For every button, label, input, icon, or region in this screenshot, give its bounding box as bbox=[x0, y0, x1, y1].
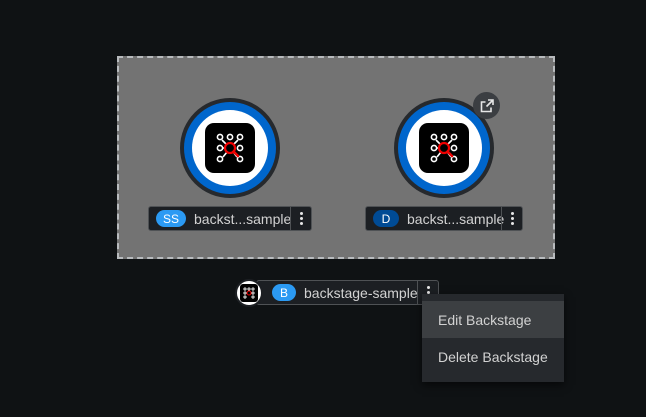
resource-badge: D bbox=[373, 210, 399, 227]
workload-label-ss[interactable]: SS backst...sample bbox=[148, 206, 312, 231]
menu-item-delete[interactable]: Delete Backstage bbox=[422, 338, 564, 375]
workload-name: backst...sample bbox=[407, 210, 505, 227]
backstage-topology-icon bbox=[205, 123, 255, 173]
context-menu: Edit Backstage Delete Backstage bbox=[422, 294, 564, 382]
menu-item-edit[interactable]: Edit Backstage bbox=[422, 301, 564, 338]
backstage-topology-icon bbox=[240, 284, 258, 302]
application-icon bbox=[235, 279, 263, 307]
application-label[interactable]: B backstage-sample bbox=[256, 280, 439, 305]
kebab-menu-icon[interactable] bbox=[501, 207, 522, 230]
workload-name: backst...sample bbox=[194, 210, 292, 227]
workload-label-d[interactable]: D backst...sample bbox=[365, 206, 523, 231]
external-link-icon[interactable] bbox=[473, 92, 500, 119]
application-name: backstage-sample bbox=[304, 284, 418, 301]
backstage-topology-icon bbox=[419, 123, 469, 173]
resource-badge: SS bbox=[156, 210, 186, 227]
workload-node-ss[interactable] bbox=[180, 98, 280, 198]
application-badge: B bbox=[272, 284, 296, 301]
kebab-menu-icon[interactable] bbox=[290, 207, 311, 230]
